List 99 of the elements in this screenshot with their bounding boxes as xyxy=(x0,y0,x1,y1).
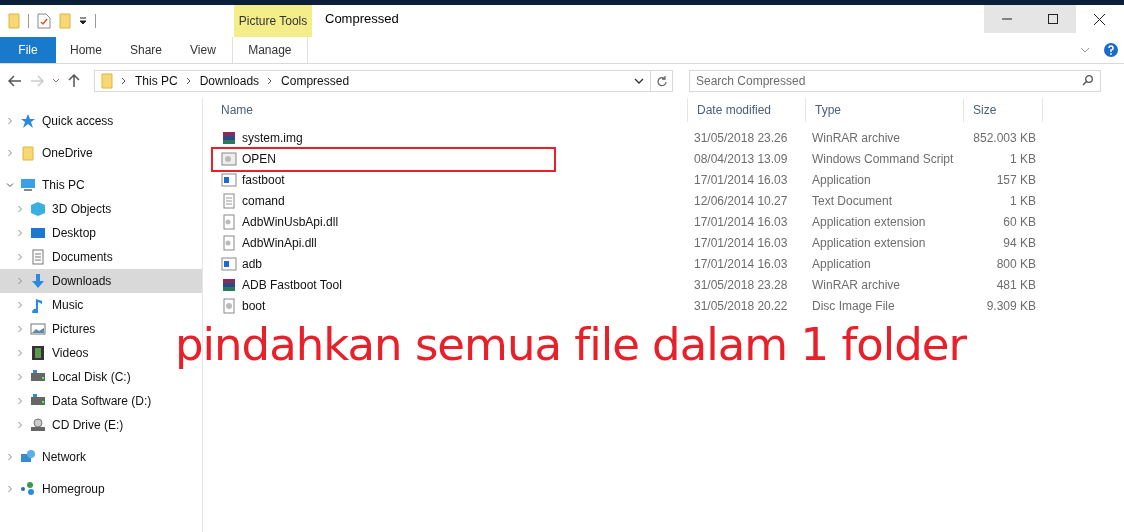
sidebar-item[interactable]: Documents xyxy=(0,245,202,269)
table-cell-text: 17/01/2014 16.03 xyxy=(693,172,789,187)
address-bar[interactable]: This PC Downloads Compressed xyxy=(94,70,651,92)
table-cell-text: 12/06/2014 10.27 xyxy=(693,193,789,208)
checklist-icon[interactable] xyxy=(37,13,51,29)
table-cell-text: Text Document xyxy=(811,193,894,208)
table-cell-text: 852.003 KB xyxy=(972,130,1037,145)
homegroup-icon xyxy=(20,481,36,497)
text-document-icon xyxy=(221,192,237,209)
disc-document-icon xyxy=(221,297,237,314)
folder-icon[interactable] xyxy=(8,13,20,29)
file-name[interactable]: boot xyxy=(242,298,266,313)
minimize-icon xyxy=(1002,18,1012,20)
sidebar-item[interactable]: Quick access xyxy=(0,109,202,133)
application-window-icon xyxy=(221,171,237,188)
table-cell-text: Application xyxy=(811,172,872,187)
search-field[interactable]: Search Compressed xyxy=(689,70,1101,92)
chevron-right-icon[interactable] xyxy=(267,77,274,85)
sidebar-item[interactable]: Homegroup xyxy=(0,477,202,501)
table-cell-text: Application extension xyxy=(811,214,927,229)
maximize-icon xyxy=(1048,14,1058,24)
table-cell-text: 31/05/2018 23.26 xyxy=(693,130,789,145)
computer-icon xyxy=(20,177,36,193)
sidebar-item[interactable]: Downloads xyxy=(0,269,202,293)
table-cell-text: 60 KB xyxy=(1002,214,1037,229)
refresh-button[interactable] xyxy=(651,70,673,92)
chevron-right-icon[interactable] xyxy=(121,77,127,85)
column-header[interactable]: Type xyxy=(806,98,964,122)
star-icon xyxy=(20,113,36,129)
film-icon xyxy=(30,345,46,361)
table-cell-text: 17/01/2014 16.03 xyxy=(693,214,789,229)
folder-icon[interactable] xyxy=(59,13,71,29)
folder-icon xyxy=(20,145,36,161)
column-header[interactable]: Size xyxy=(964,98,1043,122)
back-arrow-icon[interactable] xyxy=(8,75,22,87)
folder-icon xyxy=(101,73,113,89)
breadcrumb[interactable]: Downloads xyxy=(199,74,260,88)
table-cell-text: 31/05/2018 23.28 xyxy=(693,277,789,292)
table-cell-text: 31/05/2018 20.22 xyxy=(693,298,789,313)
sidebar-item[interactable]: OneDrive xyxy=(0,141,202,165)
file-name[interactable]: fastboot xyxy=(242,172,285,187)
table-cell-text: Application extension xyxy=(811,235,927,250)
sidebar-item[interactable]: This PC xyxy=(0,173,202,197)
cd-drive-icon xyxy=(30,417,46,433)
file-name[interactable]: OPEN xyxy=(242,151,276,166)
download-arrow-icon xyxy=(30,273,46,289)
maximize-button[interactable] xyxy=(1030,5,1076,33)
annotation-text: pindahkan semua file dalam 1 folder xyxy=(175,318,967,371)
file-name[interactable]: ADB Fastboot Tool xyxy=(242,277,342,292)
table-cell-text: 481 KB xyxy=(995,277,1037,292)
file-name[interactable]: adb xyxy=(242,256,263,271)
file-name[interactable]: AdbWinApi.dll xyxy=(242,235,317,250)
sidebar-item[interactable]: Network xyxy=(0,445,202,469)
table-cell-text: 17/01/2014 16.03 xyxy=(693,235,789,250)
table-cell-text: 17/01/2014 16.03 xyxy=(693,256,789,271)
table-cell-text: 1 KB xyxy=(1009,193,1037,208)
archive-books-icon xyxy=(221,276,237,293)
table-cell-text: 1 KB xyxy=(1009,151,1037,166)
sidebar-item[interactable]: Desktop xyxy=(0,221,202,245)
sidebar-item[interactable]: 3D Objects xyxy=(0,197,202,221)
breadcrumb[interactable]: This PC xyxy=(135,74,178,88)
ribbon-tab[interactable]: Manage xyxy=(231,37,308,63)
sidebar-item[interactable]: Data Software (D:) xyxy=(0,389,202,413)
window-title: Compressed xyxy=(325,10,400,28)
table-cell-text: 08/04/2013 13.09 xyxy=(693,151,789,166)
table-cell-text: 800 KB xyxy=(995,256,1037,271)
context-tab-group-label: Picture Tools xyxy=(234,5,312,37)
column-header[interactable]: Date modified xyxy=(688,98,806,122)
application-window-icon xyxy=(221,255,237,272)
dropdown-icon[interactable] xyxy=(79,17,87,25)
monitor-icon xyxy=(30,225,46,241)
table-cell-text: Application xyxy=(811,256,872,271)
network-icon xyxy=(20,449,36,465)
file-name[interactable]: AdbWinUsbApi.dll xyxy=(242,214,339,229)
cube-icon xyxy=(30,201,46,217)
table-cell-text: 94 KB xyxy=(1002,235,1037,250)
document-icon xyxy=(30,249,46,265)
table-cell-text: Windows Command Script xyxy=(811,151,955,166)
file-name[interactable]: system.img xyxy=(242,130,303,145)
table-cell-text: WinRAR archive xyxy=(811,277,902,292)
table-cell-text: WinRAR archive xyxy=(811,130,902,145)
up-arrow-icon[interactable] xyxy=(68,74,80,88)
pictures-icon xyxy=(30,321,46,337)
search-icon xyxy=(1082,75,1093,86)
archive-books-icon xyxy=(221,129,237,146)
ribbon-tab[interactable]: File xyxy=(0,37,56,63)
table-cell-text: 9.309 KB xyxy=(985,298,1037,313)
table-cell-text: Disc Image File xyxy=(811,298,896,313)
chevron-right-icon[interactable] xyxy=(185,77,192,85)
table-cell-text: 157 KB xyxy=(995,172,1037,187)
breadcrumb[interactable]: Compressed xyxy=(281,74,350,88)
refresh-icon xyxy=(656,75,667,87)
sidebar-item[interactable]: CD Drive (E:) xyxy=(0,413,202,437)
file-name[interactable]: comand xyxy=(242,193,285,208)
chevron-down-icon[interactable] xyxy=(634,78,644,84)
help-icon[interactable] xyxy=(1104,43,1118,57)
column-header[interactable]: Name xyxy=(212,98,688,122)
close-icon xyxy=(1093,13,1105,25)
sidebar-item[interactable]: Music xyxy=(0,293,202,317)
